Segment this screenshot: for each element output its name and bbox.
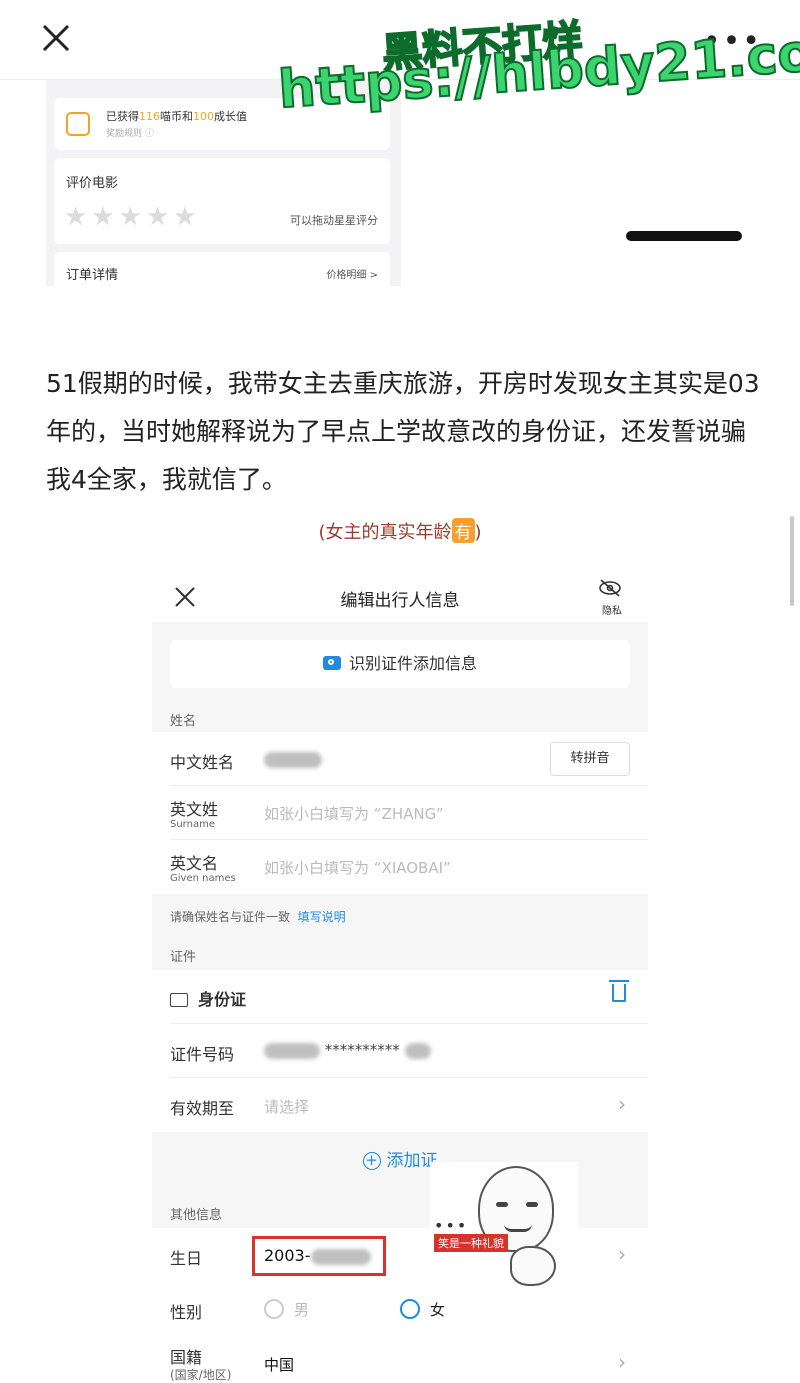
chevron-right-icon: › (618, 1092, 626, 1116)
eye-off-icon (599, 579, 621, 597)
cert-number-label: 证件号码 (170, 1045, 235, 1064)
male-icon (264, 1299, 284, 1319)
given-name-row: 英文名 Given names 如张小白填写为 “XIAOBAI” (152, 840, 648, 894)
close-icon[interactable] (38, 20, 74, 56)
embedded-traveler-form-screenshot: 编辑出行人信息 隐私 识别证件添加信息 姓名 中文姓名 转拼音 英文姓 Surn… (152, 572, 648, 1383)
section-other-label: 其他信息 (170, 1208, 223, 1223)
scan-id-button: 识别证件添加信息 (170, 640, 630, 688)
surname-input: 如张小白填写为 “ZHANG” (264, 805, 444, 823)
camera-icon (322, 656, 341, 670)
cert-type-row: 身份证 (152, 970, 648, 1024)
gender-label: 性别 (170, 1303, 203, 1322)
surname-row: 英文姓 Surname 如张小白填写为 “ZHANG” (152, 786, 648, 840)
meme-sticker: ••• 笑是一种礼貌 (430, 1162, 578, 1292)
female-icon (400, 1299, 420, 1319)
privacy-label: 隐私 (602, 606, 622, 617)
given-name-input: 如张小白填写为 “XIAOBAI” (264, 859, 451, 877)
birthday-label: 生日 (170, 1249, 203, 1268)
name-hint: 请确保姓名与证件一致 填写说明 (170, 910, 346, 924)
rate-title: 评价电影 (66, 176, 119, 191)
reward-rules-link: 奖励规则 ⓘ (106, 129, 154, 139)
nationality-sublabel: (国家/地区) (170, 1368, 232, 1382)
plus-circle-icon: + (362, 1152, 381, 1170)
gender-female-option: 女 (400, 1299, 445, 1320)
given-name-sublabel: Given names (170, 873, 236, 884)
pinyin-button: 转拼音 (550, 742, 630, 776)
scrollbar[interactable] (790, 516, 794, 606)
nationality-row: 国籍 (国家/地区) 中国 › (152, 1336, 648, 1383)
rate-movie-card: 评价电影 ★★★★★ 可以拖动星星评分 (54, 158, 390, 244)
rate-hint: 可以拖动星星评分 (290, 214, 378, 227)
id-card-icon (170, 993, 188, 1007)
birthday-value: 2003- (264, 1246, 371, 1265)
meme-dots: ••• (434, 1216, 469, 1235)
meme-caption: 笑是一种礼貌 (434, 1234, 508, 1252)
form-header: 编辑出行人信息 隐私 (152, 572, 648, 622)
hand-icon (510, 1246, 556, 1286)
surname-label: 英文姓 (170, 800, 219, 819)
given-name-label: 英文名 (170, 854, 219, 873)
article-paragraph: 51假期的时候，我带女主去重庆旅游，开房时发现女主其实是03年的，当时她解释说为… (46, 369, 760, 494)
chinese-name-label: 中文姓名 (170, 753, 235, 772)
chevron-right-icon: › (618, 1350, 626, 1374)
section-cert-label: 证件 (170, 950, 197, 965)
image-caption: (女主的真实年龄有) (0, 518, 800, 544)
redaction-mark (626, 231, 742, 241)
chevron-right-icon: › (618, 1242, 626, 1266)
cert-type: 身份证 (170, 986, 246, 1010)
cert-number-value: ********** (264, 1041, 431, 1059)
caption-tag: 有 (451, 518, 475, 543)
surname-sublabel: Surname (170, 819, 215, 830)
cert-number-row: 证件号码 ********** (152, 1024, 648, 1078)
nationality-value: 中国 (264, 1356, 295, 1374)
chinese-name-value (264, 750, 322, 768)
nationality-label: 国籍 (170, 1348, 203, 1367)
reward-box-icon (66, 112, 90, 136)
price-detail-link: 价格明细 > (326, 270, 378, 281)
order-title: 订单详情 (66, 268, 119, 283)
expiry-select: 请选择 (264, 1098, 310, 1116)
expiry-row: 有效期至 请选择 › (152, 1078, 648, 1132)
trash-icon (609, 980, 629, 1002)
expiry-label: 有效期至 (170, 1099, 235, 1118)
order-detail-card: 订单详情 价格明细 > (54, 252, 390, 286)
reward-text: 已获得116喵币和100成长值 (106, 110, 247, 123)
gender-male-option: 男 (264, 1299, 309, 1320)
chinese-name-row: 中文姓名 转拼音 (152, 732, 648, 786)
star-rating-icon: ★★★★★ (64, 202, 201, 232)
form-title: 编辑出行人信息 (340, 591, 460, 611)
section-name-label: 姓名 (170, 714, 197, 729)
